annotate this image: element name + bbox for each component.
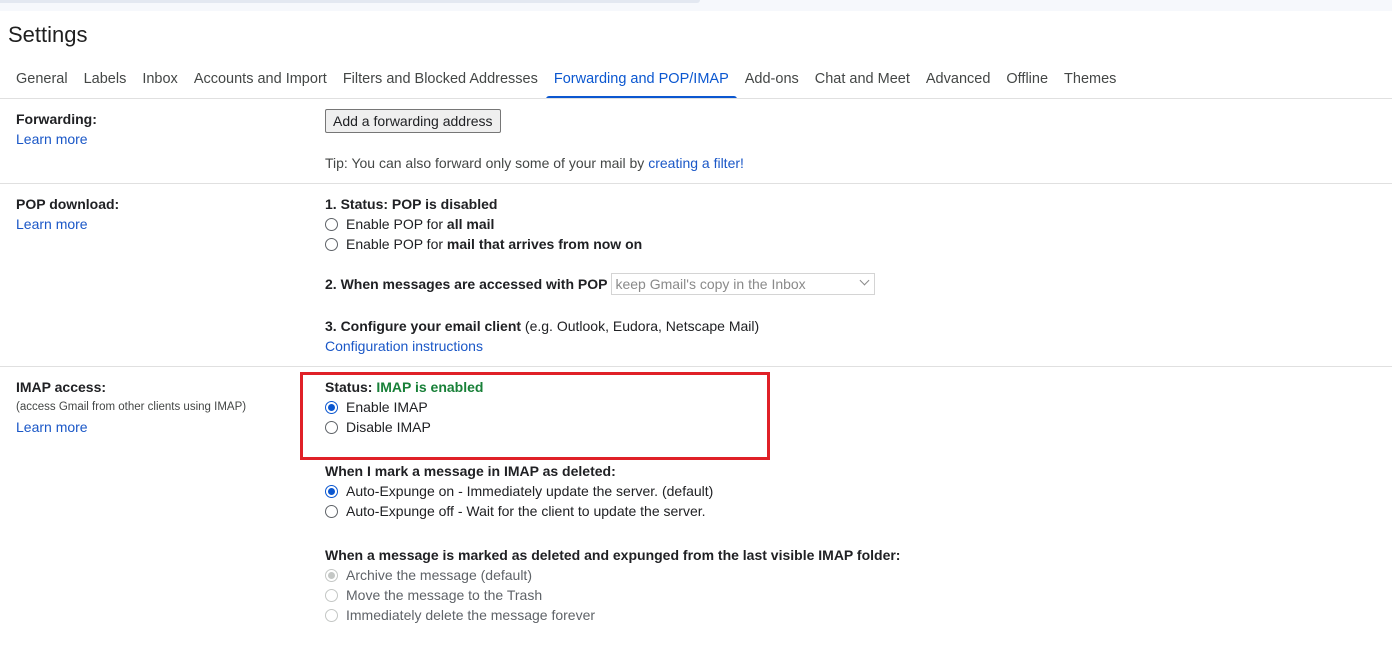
- pop-all-mail-radio[interactable]: [325, 217, 338, 231]
- delete-forever-label: Immediately delete the message forever: [346, 607, 596, 623]
- settings-tabs: General Labels Inbox Accounts and Import…: [8, 62, 1124, 99]
- imap-subtitle: (access Gmail from other clients using I…: [16, 401, 247, 413]
- pop-learn-more-link[interactable]: Learn more: [16, 214, 306, 234]
- tab-chat-and-meet[interactable]: Chat and Meet: [807, 62, 918, 99]
- tab-filters-and-blocked-addresses[interactable]: Filters and Blocked Addresses: [335, 62, 546, 99]
- pop-status: 1. Status: POP is disabled: [325, 196, 498, 212]
- chevron-down-icon: [860, 275, 870, 286]
- delete-forever-radio[interactable]: [325, 608, 338, 622]
- expunge-off-label: Auto-Expunge off - Wait for the client t…: [346, 503, 706, 519]
- pop-option-now-prefix: Enable POP for: [346, 236, 447, 252]
- trash-label: Move the message to the Trash: [346, 587, 543, 603]
- tab-forwarding-pop-imap[interactable]: Forwarding and POP/IMAP: [545, 62, 737, 99]
- imap-learn-more-link[interactable]: Learn more: [16, 417, 306, 437]
- expunge-off-option[interactable]: Auto-Expunge off - Wait for the client t…: [325, 501, 713, 521]
- search-bar-edge: [0, 0, 700, 3]
- archive-radio[interactable]: [325, 568, 338, 582]
- imap-expunged-heading: When a message is marked as deleted and …: [325, 547, 901, 563]
- imap-deleted-heading: When I mark a message in IMAP as deleted…: [325, 463, 616, 479]
- trash-radio[interactable]: [325, 588, 338, 602]
- tabs-divider: [0, 98, 1392, 99]
- imap-title: IMAP access:: [16, 379, 107, 395]
- creating-filter-link[interactable]: creating a filter!: [648, 153, 744, 173]
- tab-advanced[interactable]: Advanced: [918, 62, 999, 99]
- pop-from-now-radio[interactable]: [325, 237, 338, 251]
- section-divider: [0, 366, 1392, 367]
- expunge-on-option[interactable]: Auto-Expunge on - Immediately update the…: [325, 481, 713, 501]
- pop-accessed-label: 2. When messages are accessed with POP: [325, 276, 608, 292]
- tab-inbox[interactable]: Inbox: [134, 62, 185, 99]
- archive-label: Archive the message (default): [346, 567, 532, 583]
- tab-add-ons[interactable]: Add-ons: [737, 62, 807, 99]
- add-forwarding-address-button[interactable]: Add a forwarding address: [325, 109, 501, 133]
- pop-configure-label: 3. Configure your email client: [325, 318, 522, 334]
- pop-accessed-row: 2. When messages are accessed with POP k…: [325, 273, 876, 295]
- pop-accessed-select-value: keep Gmail's copy in the Inbox: [615, 276, 806, 292]
- tab-accounts-and-import[interactable]: Accounts and Import: [186, 62, 335, 99]
- page-title: Settings: [8, 22, 88, 47]
- imap-deleted-options: When I mark a message in IMAP as deleted…: [325, 461, 713, 521]
- archive-option[interactable]: Archive the message (default): [325, 565, 900, 585]
- pop-option-now-bold: mail that arrives from now on: [446, 236, 643, 252]
- pop-label-block: POP download: Learn more: [16, 194, 306, 234]
- pop-options: 1. Status: POP is disabled Enable POP fo…: [325, 194, 642, 254]
- configuration-instructions-link[interactable]: Configuration instructions: [325, 336, 759, 356]
- tab-offline[interactable]: Offline: [998, 62, 1056, 99]
- pop-configure-note: (e.g. Outlook, Eudora, Netscape Mail): [521, 318, 760, 334]
- delete-forever-option[interactable]: Immediately delete the message forever: [325, 605, 900, 625]
- expunge-off-radio[interactable]: [325, 504, 338, 518]
- pop-configure-block: 3. Configure your email client (e.g. Out…: [325, 316, 759, 356]
- trash-option[interactable]: Move the message to the Trash: [325, 585, 900, 605]
- pop-option-all-mail[interactable]: Enable POP for all mail: [325, 214, 642, 234]
- tab-labels[interactable]: Labels: [76, 62, 135, 99]
- expunge-on-label: Auto-Expunge on - Immediately update the…: [346, 483, 714, 499]
- pop-option-from-now[interactable]: Enable POP for mail that arrives from no…: [325, 234, 642, 254]
- pop-accessed-select: keep Gmail's copy in the Inbox: [611, 273, 876, 295]
- forwarding-title: Forwarding:: [16, 111, 97, 127]
- tab-general[interactable]: General: [8, 62, 76, 99]
- top-strip: [0, 0, 1392, 11]
- pop-option-all-prefix: Enable POP for: [346, 216, 447, 232]
- forwarding-learn-more-link[interactable]: Learn more: [16, 129, 306, 149]
- forwarding-label-block: Forwarding: Learn more: [16, 109, 306, 149]
- forwarding-tip-text: Tip: You can also forward only some of y…: [325, 155, 649, 171]
- pop-option-all-bold: all mail: [446, 216, 495, 232]
- highlight-box: [300, 372, 770, 460]
- pop-title: POP download:: [16, 196, 120, 212]
- section-divider: [0, 183, 1392, 184]
- imap-expunged-options: When a message is marked as deleted and …: [325, 545, 900, 625]
- forwarding-options: Add a forwarding address: [325, 109, 501, 133]
- expunge-on-radio[interactable]: [325, 484, 338, 498]
- forwarding-tip: Tip: You can also forward only some of y…: [325, 153, 744, 173]
- tab-themes[interactable]: Themes: [1056, 62, 1124, 99]
- imap-label-block: IMAP access: (access Gmail from other cl…: [16, 377, 306, 437]
